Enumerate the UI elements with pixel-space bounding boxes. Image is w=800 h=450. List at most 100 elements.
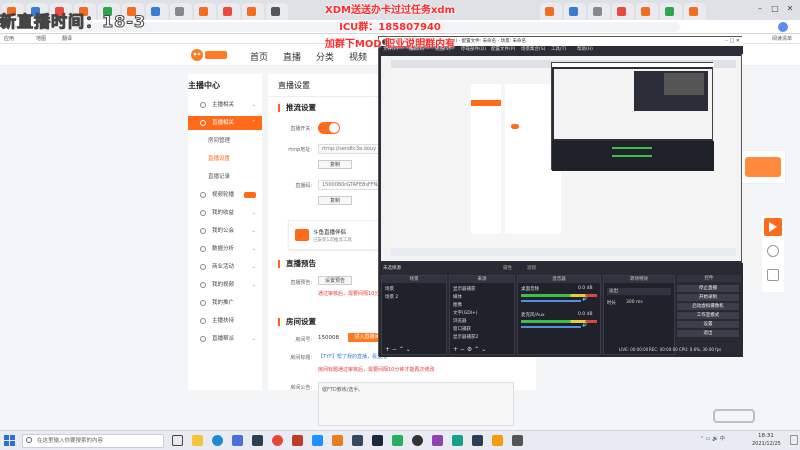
app-icon[interactable]	[332, 435, 343, 446]
clock-date[interactable]: 2021/12/25	[752, 441, 781, 447]
browser-tab[interactable]	[636, 3, 658, 20]
source-toolbar[interactable]: + − ⚙ ⌃ ⌄	[453, 346, 486, 353]
sidebar-item-video-loop[interactable]: 视频轮播	[188, 188, 262, 202]
browser-tab[interactable]	[612, 3, 634, 20]
profile-icon[interactable]	[760, 22, 790, 32]
minimize-icon[interactable]: –	[755, 4, 765, 14]
sidebar-item-income[interactable]: 我的收益 ⌄	[188, 206, 262, 220]
sidebar-item-support[interactable]: 主播扶持	[188, 314, 262, 328]
obs-taskbar-icon[interactable]	[412, 435, 423, 446]
obs-tab-properties[interactable]: 属性	[503, 265, 512, 271]
app-icon[interactable]	[392, 435, 403, 446]
rtmp-field[interactable]: rtmp://sendtc3a.douy	[318, 144, 380, 154]
chrome-icon[interactable]	[272, 435, 283, 446]
douyu-logo[interactable]	[190, 48, 230, 62]
sidebar-item-live-record[interactable]: 直播记录	[188, 170, 262, 184]
copy-code-button[interactable]: 复制	[318, 196, 352, 205]
source-item[interactable]: 浏览器	[453, 318, 467, 324]
browser-tab[interactable]	[588, 3, 610, 20]
bookmark-translate[interactable]: 翻译	[62, 35, 72, 42]
copy-rtmp-button[interactable]: 复制	[318, 160, 352, 169]
menu-help[interactable]: 帮助(H)	[577, 46, 593, 54]
companion-promo[interactable]	[738, 150, 786, 184]
sidebar-item-live-settings[interactable]: 直播设置	[188, 152, 262, 166]
notice-textarea[interactable]: 催FTD教练/选手。	[318, 382, 514, 426]
transition-select[interactable]: 淡出	[607, 288, 671, 295]
scene-item[interactable]: 场景 2	[385, 294, 398, 300]
speaker-icon[interactable]: 🔊	[582, 297, 588, 302]
app-icon[interactable]	[472, 435, 483, 446]
speaker-icon[interactable]: 🔊	[582, 323, 588, 328]
browser-tab[interactable]	[684, 3, 706, 20]
source-item[interactable]: 媒体	[453, 294, 462, 300]
bookmark-apps[interactable]: 应用	[4, 35, 14, 42]
scene-toolbar[interactable]: + − ⌃ ⌄	[385, 346, 411, 353]
float-download-button[interactable]	[764, 266, 782, 284]
reading-list[interactable]: 阅读清单	[772, 35, 792, 42]
task-view-icon[interactable]	[172, 435, 183, 446]
windows-start-icon[interactable]	[4, 435, 16, 447]
settings-button[interactable]: 设置	[677, 321, 739, 328]
system-tray[interactable]: ⌃ ▭ 🔊 中	[700, 435, 750, 445]
float-share-button[interactable]	[764, 242, 782, 260]
stop-streaming-button[interactable]: 停止直播	[677, 285, 739, 292]
taskbar-search-input[interactable]: 在这里输入你要搜索的内容	[22, 434, 164, 448]
browser-tab[interactable]	[218, 3, 240, 20]
app-icon[interactable]	[452, 435, 463, 446]
app-icon[interactable]	[432, 435, 443, 446]
browser-tab[interactable]	[660, 3, 682, 20]
app-icon[interactable]	[232, 435, 243, 446]
sidebar-item-anchor[interactable]: 主播相关 ⌄	[188, 98, 262, 112]
sidebar-item-promotion[interactable]: 我的推广	[188, 296, 262, 310]
menu-scene-collection[interactable]: 场景集合(S)	[521, 46, 545, 54]
start-recording-button[interactable]: 开始录制	[677, 294, 739, 301]
volume-slider[interactable]	[521, 300, 581, 302]
sidebar-item-room-manage[interactable]: 房间管理	[188, 134, 262, 148]
studio-mode-button[interactable]: 工作室模式	[677, 312, 739, 319]
virtual-camera-button[interactable]: 启动虚拟摄像机	[677, 303, 739, 310]
obs-window-controls[interactable]: – □ ✕	[719, 37, 743, 46]
sidebar-item-guild[interactable]: 我的公会 ⌄	[188, 224, 262, 238]
browser-tab[interactable]	[194, 3, 216, 20]
browser-tab[interactable]	[170, 3, 192, 20]
code-field[interactable]: 1500080rGTAFE8sFFNe	[318, 180, 380, 190]
app-icon[interactable]	[312, 435, 323, 446]
source-item[interactable]: 显示器捕获	[453, 286, 476, 292]
browser-tab[interactable]	[540, 3, 562, 20]
app-icon[interactable]	[492, 435, 503, 446]
close-icon[interactable]: ✕	[785, 4, 795, 14]
maximize-icon[interactable]: □	[770, 4, 780, 14]
app-icon[interactable]	[252, 435, 263, 446]
edge-icon[interactable]	[212, 435, 223, 446]
file-explorer-icon[interactable]	[192, 435, 203, 446]
browser-tab[interactable]	[146, 3, 168, 20]
app-icon[interactable]	[292, 435, 303, 446]
scene-item[interactable]: 场景	[385, 286, 394, 292]
menu-tools[interactable]: 工具(T)	[551, 46, 566, 54]
bookmark-maps[interactable]: 地图	[36, 35, 46, 42]
app-icon[interactable]	[352, 435, 363, 446]
set-preview-button[interactable]: 设置预告	[318, 276, 352, 285]
sidebar-item-business[interactable]: 商业活动 ⌄	[188, 260, 262, 274]
sidebar-item-analytics[interactable]: 数据分析 ⌄	[188, 242, 262, 256]
duration-value[interactable]: 300 ms	[626, 300, 643, 305]
live-switch-toggle[interactable]	[318, 122, 340, 134]
volume-slider[interactable]	[521, 326, 581, 328]
exit-button[interactable]: 退出	[677, 330, 739, 337]
browser-tab[interactable]	[564, 3, 586, 20]
source-item[interactable]: 窗口捕获	[453, 326, 471, 332]
float-live-button[interactable]	[764, 218, 782, 236]
app-icon[interactable]	[512, 435, 523, 446]
clock-time[interactable]: 18:31	[758, 433, 774, 439]
steam-icon[interactable]	[372, 435, 383, 446]
room-name-value[interactable]: 【TYF】帮了我的直播，看直播	[318, 353, 387, 360]
sidebar-item-gang[interactable]: 直播帮派 ⌄	[188, 332, 262, 346]
notification-icon[interactable]	[790, 435, 798, 445]
obs-preview-canvas[interactable]	[381, 56, 741, 261]
source-item[interactable]: 图像	[453, 302, 462, 308]
source-item[interactable]: 显示器捕获2	[453, 334, 478, 340]
obs-tab-filters[interactable]: 滤镜	[527, 265, 536, 271]
sidebar-item-my-video[interactable]: 我的视频 ⌄	[188, 278, 262, 292]
live-companion-card[interactable]: 斗鱼直播伴侣 已安装1次推流工具	[288, 220, 380, 250]
source-item[interactable]: 文字(GDI+)	[453, 310, 478, 316]
